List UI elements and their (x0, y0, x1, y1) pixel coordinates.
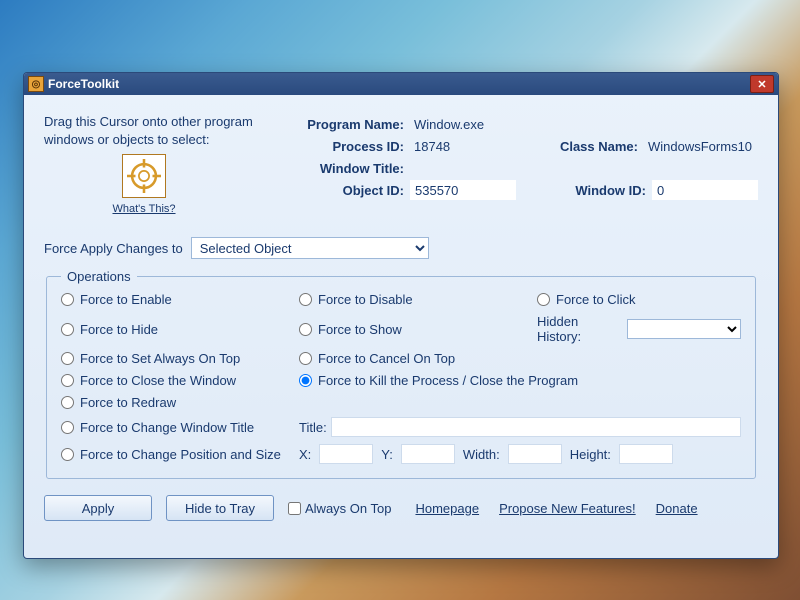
window-id-label: Window ID: (546, 183, 652, 198)
propose-link[interactable]: Propose New Features! (499, 501, 636, 516)
homepage-link[interactable]: Homepage (415, 501, 479, 516)
donate-link[interactable]: Donate (656, 501, 698, 516)
op-show[interactable]: Force to Show (299, 322, 537, 337)
hide-to-tray-button[interactable]: Hide to Tray (166, 495, 274, 521)
window-title-label: Window Title: (284, 161, 410, 176)
object-id-input[interactable] (410, 180, 516, 200)
x-input[interactable] (319, 444, 373, 464)
window-title: ForceToolkit (48, 77, 119, 91)
op-kill[interactable]: Force to Kill the Process / Close the Pr… (299, 373, 741, 388)
op-hide[interactable]: Force to Hide (61, 322, 299, 337)
op-enable[interactable]: Force to Enable (61, 292, 299, 307)
height-label: Height: (570, 447, 611, 462)
always-on-top-checkbox[interactable]: Always On Top (288, 501, 391, 516)
op-redraw[interactable]: Force to Redraw (61, 395, 741, 410)
y-label: Y: (381, 447, 393, 462)
operations-legend: Operations (61, 269, 137, 284)
process-id-label: Process ID: (284, 139, 410, 154)
window-id-input[interactable] (652, 180, 758, 200)
y-input[interactable] (401, 444, 455, 464)
app-icon: ◎ (28, 76, 44, 92)
finder-cursor[interactable] (122, 154, 166, 198)
operations-group: Operations Force to Enable Force to Disa… (46, 269, 756, 479)
op-disable[interactable]: Force to Disable (299, 292, 537, 307)
hidden-history-label: Hidden History: (537, 314, 621, 344)
op-change-title[interactable]: Force to Change Window Title (61, 420, 299, 435)
x-label: X: (299, 447, 311, 462)
hidden-history-select[interactable] (627, 319, 741, 339)
width-label: Width: (463, 447, 500, 462)
op-change-pos[interactable]: Force to Change Position and Size (61, 447, 299, 462)
object-id-label: Object ID: (284, 183, 410, 198)
op-set-top[interactable]: Force to Set Always On Top (61, 351, 299, 366)
title-input[interactable] (331, 417, 741, 437)
crosshair-icon (127, 159, 161, 193)
op-click[interactable]: Force to Click (537, 292, 741, 307)
op-cancel-top[interactable]: Force to Cancel On Top (299, 351, 741, 366)
op-close-window[interactable]: Force to Close the Window (61, 373, 299, 388)
apply-button[interactable]: Apply (44, 495, 152, 521)
class-name-label: Class Name: (538, 139, 644, 154)
titlebar[interactable]: ◎ ForceToolkit ✕ (24, 73, 778, 95)
process-id-value: 18748 (410, 139, 450, 154)
apply-to-label: Force Apply Changes to (44, 241, 183, 256)
height-input[interactable] (619, 444, 673, 464)
program-name-label: Program Name: (284, 117, 410, 132)
whats-this-link[interactable]: What's This? (112, 203, 175, 215)
width-input[interactable] (508, 444, 562, 464)
app-window: ◎ ForceToolkit ✕ Drag this Cursor onto o… (23, 72, 779, 559)
program-name-value: Window.exe (410, 117, 484, 132)
apply-to-select[interactable]: Selected Object (191, 237, 429, 259)
content-area: Drag this Cursor onto other program wind… (24, 95, 778, 558)
close-icon: ✕ (757, 78, 766, 91)
cursor-hint: Drag this Cursor onto other program wind… (44, 113, 284, 148)
class-name-value: WindowsForms10 (644, 139, 758, 154)
title-field-label: Title: (299, 420, 327, 435)
close-button[interactable]: ✕ (750, 75, 774, 93)
